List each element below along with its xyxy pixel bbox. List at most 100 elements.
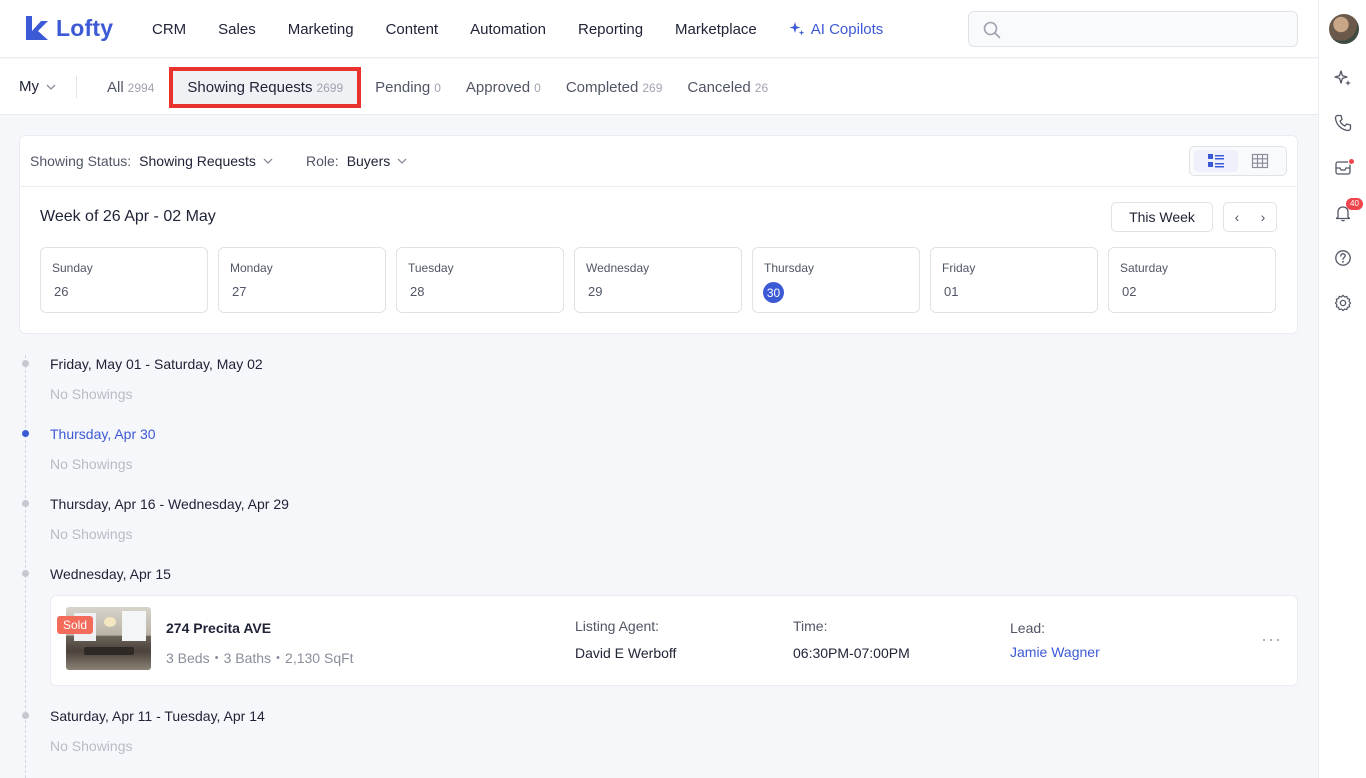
nav-marketplace[interactable]: Marketplace [675,21,757,38]
timeline-dot [22,500,29,507]
day-card-sunday[interactable]: Sunday 26 [40,247,208,313]
sold-badge: Sold [57,616,94,634]
prev-week-button[interactable]: ‹ [1235,209,1240,225]
lead-label: Lead: [1010,620,1046,636]
day-card-wednesday[interactable]: Wednesday 29 [574,247,742,313]
week-days: Sunday 26 Monday 27 Tuesday 28 Wednesday… [40,247,1276,313]
status-tabs-bar: My All 2994 Showing Requests 2699 Pendin… [0,59,1318,115]
sparkle-icon [789,22,804,36]
day-name: Sunday [52,261,93,275]
tab-all[interactable]: All 2994 [107,79,154,96]
nav-ai-copilots[interactable]: AI Copilots [789,21,883,38]
day-card-saturday[interactable]: Saturday 02 [1108,247,1276,313]
listing-agent-name: David E Werboff [575,645,677,661]
property-address[interactable]: 274 Precita AVE [166,620,271,636]
tab-showing-requests[interactable]: Showing Requests 2699 [169,66,362,108]
showing-status-filter[interactable]: Showing Status: Showing Requests [30,153,274,169]
day-name: Friday [942,261,976,275]
day-card-monday[interactable]: Monday 27 [218,247,386,313]
phone-icon[interactable] [1334,114,1352,132]
day-name: Thursday [764,261,815,275]
brand-name: Lofty [56,14,114,41]
view-toggle [1189,146,1287,176]
day-number-today: 30 [763,282,784,303]
timeline-dot-today [22,430,29,437]
day-name: Tuesday [408,261,454,275]
nav-crm[interactable]: CRM [152,21,186,38]
day-number: 26 [54,284,69,299]
user-avatar[interactable] [1329,14,1359,44]
day-card-thursday[interactable]: Thursday 30 [752,247,920,313]
role-filter[interactable]: Role: Buyers [306,153,408,169]
settings-gear-icon[interactable] [1334,294,1352,312]
timeline-group-header: Thursday, Apr 16 - Wednesday, Apr 29 [50,496,289,512]
table-view-button[interactable] [1238,150,1282,172]
this-week-button[interactable]: This Week [1111,202,1213,232]
day-card-tuesday[interactable]: Tuesday 28 [396,247,564,313]
timeline-dot [22,712,29,719]
time-label: Time: [793,618,828,634]
table-view-icon [1251,153,1269,169]
thumbnail-window [122,611,146,641]
more-actions-icon[interactable]: ··· [1261,629,1282,650]
tab-count: 0 [434,80,441,95]
week-pager: ‹ › [1223,202,1277,232]
scope-dropdown[interactable]: My [19,78,57,95]
help-icon[interactable] [1334,249,1352,267]
main-nav: CRM Sales Marketing Content Automation R… [152,0,915,58]
day-name: Wednesday [586,261,650,275]
day-number: 27 [232,284,247,299]
nav-content[interactable]: Content [386,21,439,38]
tab-count: 2994 [127,80,155,95]
scope-dropdown-label: My [19,78,39,95]
no-showings-text: No Showings [50,456,133,472]
lofty-logo[interactable]: Lofty [24,14,113,42]
day-number: 02 [1122,284,1137,299]
nav-automation[interactable]: Automation [470,21,546,38]
showing-card[interactable]: Sold 274 Precita AVE 3 Beds・3 Baths・2,13… [50,595,1298,686]
tab-canceled[interactable]: Canceled 26 [687,79,768,96]
list-view-button[interactable] [1194,150,1238,172]
ai-sparkle-icon[interactable] [1334,69,1352,87]
tab-count: 0 [534,80,541,95]
tab-label: Completed [565,78,639,96]
inbox-unread-dot [1348,158,1355,165]
tab-completed[interactable]: Completed 269 [566,79,663,96]
no-showings-text: No Showings [50,526,133,542]
no-showings-text: No Showings [50,386,133,402]
timeline-dot [22,360,29,367]
next-week-button[interactable]: › [1261,209,1266,225]
no-showings-text: No Showings [50,738,133,754]
role-value: Buyers [346,153,391,169]
timeline-group-header: Thursday, Apr 30 [50,426,156,442]
search-icon [983,21,1001,39]
filter-value: Showing Requests [139,153,274,169]
filter-label: Showing Status: [30,153,132,169]
tab-label: All [107,78,124,96]
listing-agent-label: Listing Agent: [575,618,660,634]
tab-approved[interactable]: Approved 0 [466,79,541,96]
chevron-down-icon [397,158,407,164]
timeline-group-header: Wednesday, Apr 15 [50,566,171,582]
nav-marketing[interactable]: Marketing [288,21,354,38]
tab-label: Approved [465,78,531,96]
filter-label: Role: [306,153,339,169]
showing-time: 06:30PM-07:00PM [793,645,910,661]
nav-reporting[interactable]: Reporting [578,21,643,38]
nav-sales[interactable]: Sales [218,21,256,38]
thumbnail-lamp [104,617,116,627]
property-specs: 3 Beds・3 Baths・2,130 SqFt [166,650,354,666]
lead-name-link[interactable]: Jamie Wagner [1010,644,1100,660]
day-card-friday[interactable]: Friday 01 [930,247,1098,313]
tab-label: Canceled [687,78,751,96]
filter-value: Buyers [347,153,409,169]
tab-pending[interactable]: Pending 0 [375,79,441,96]
notification-count-badge: 40 [1346,198,1363,210]
tab-label: Showing Requests [187,78,313,96]
tabs: All 2994 Showing Requests 2699 Pending 0… [107,59,793,115]
timeline-group-header: Saturday, Apr 11 - Tuesday, Apr 14 [50,708,265,724]
tab-label: Pending [375,78,431,96]
timeline-group-header: Friday, May 01 - Saturday, May 02 [50,356,263,372]
list-view-icon [1208,154,1224,168]
global-search-input[interactable] [968,11,1298,47]
